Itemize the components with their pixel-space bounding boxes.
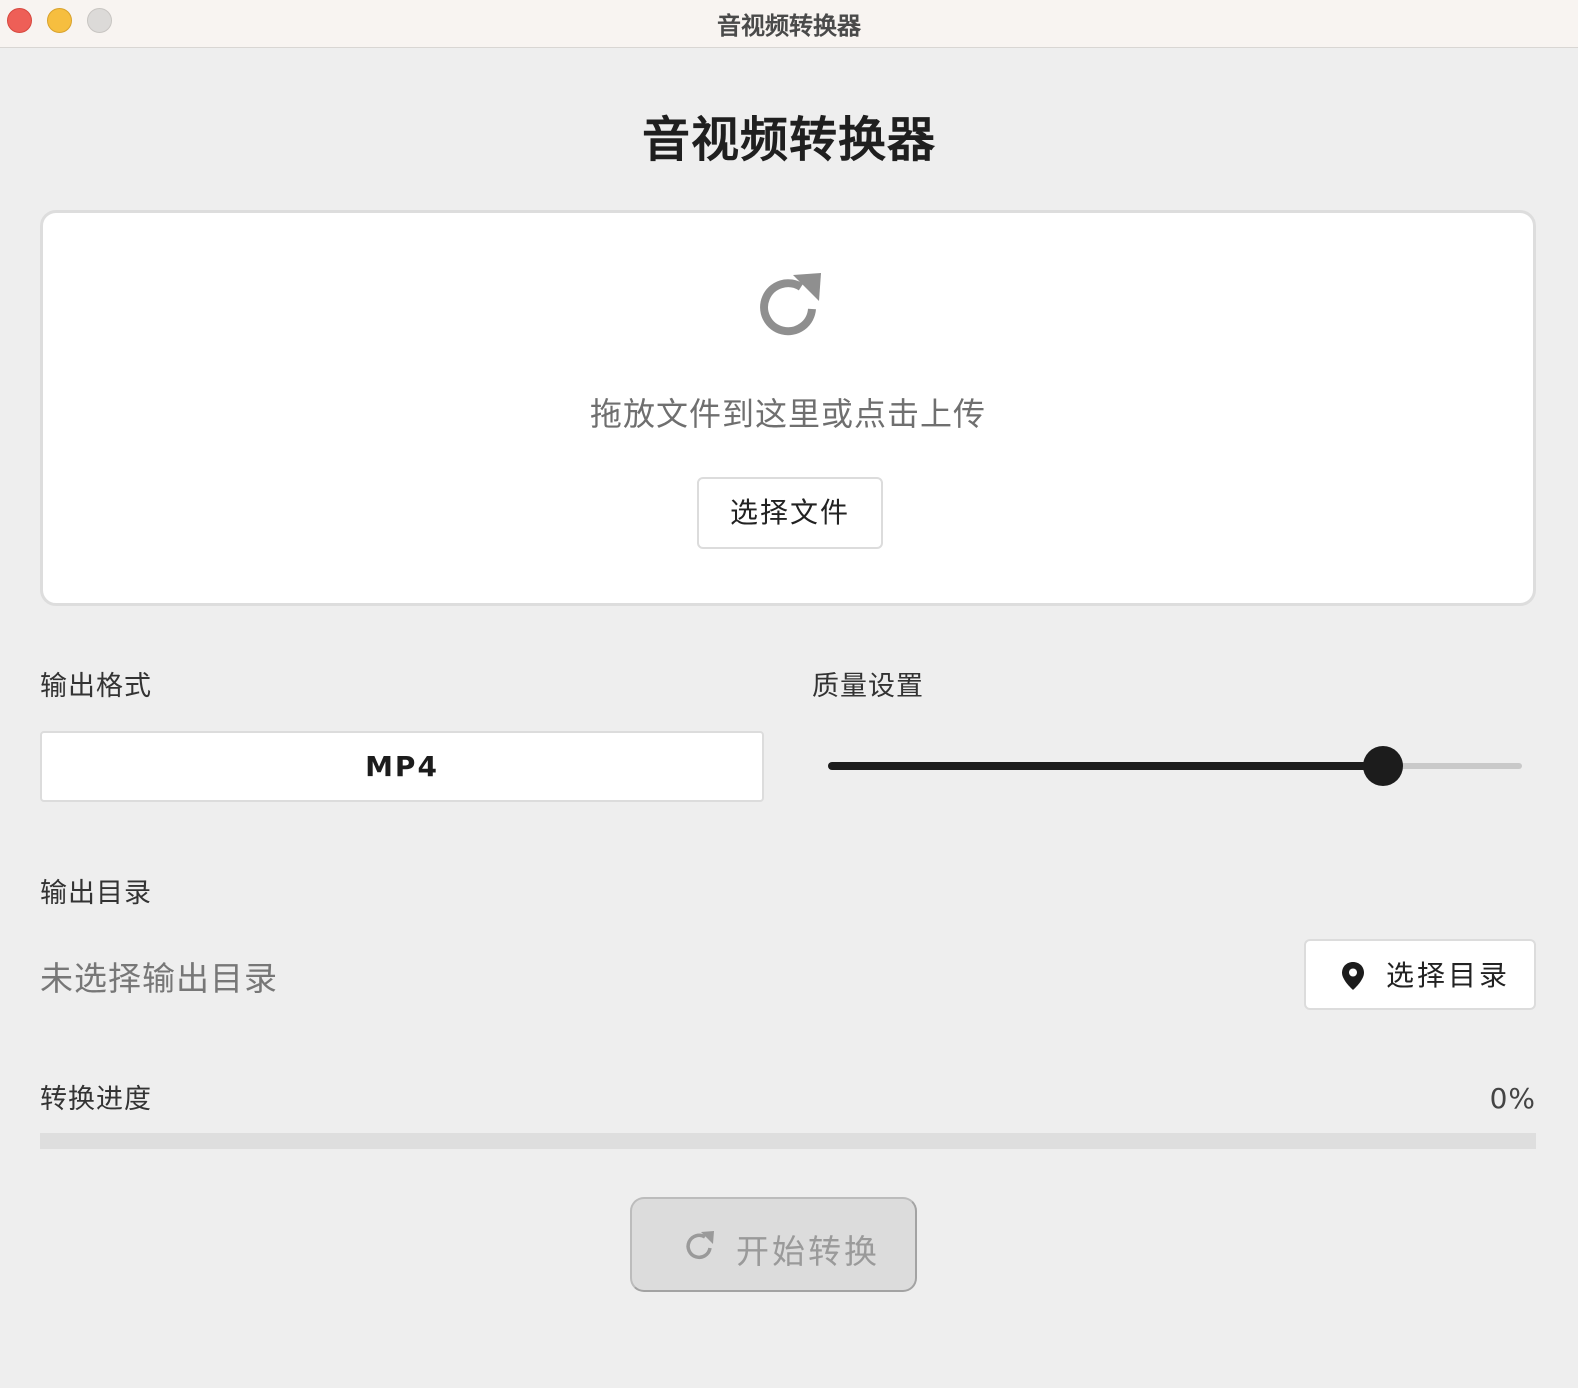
quality-slider-thumb[interactable]	[1363, 746, 1404, 786]
window-title: 音视频转换器	[717, 12, 861, 40]
start-conversion-button[interactable]: 开始转换	[630, 1197, 917, 1292]
page-title: 音视频转换器	[641, 112, 936, 168]
start-conversion-label: 开始转换	[736, 1233, 880, 1270]
progress-percent: 0%	[1489, 1082, 1536, 1115]
location-pin-icon	[1342, 962, 1364, 990]
output-format-label: 输出格式	[40, 671, 152, 702]
output-format-select[interactable]: MP4	[40, 731, 764, 802]
file-drop-zone[interactable]: 拖放文件到这里或点击上传 选择文件	[40, 210, 1536, 606]
quality-slider-fill	[828, 762, 1384, 770]
refresh-icon	[760, 273, 821, 336]
output-directory-label: 输出目录	[40, 878, 152, 909]
quality-settings-label: 质量设置	[812, 671, 924, 702]
conversion-progress-bar	[40, 1133, 1536, 1149]
quality-slider[interactable]	[828, 746, 1522, 786]
refresh-icon	[686, 1231, 714, 1260]
conversion-progress-label: 转换进度	[40, 1084, 152, 1115]
drop-hint-text: 拖放文件到这里或点击上传	[589, 395, 986, 433]
output-directory-value: 未选择输出目录	[40, 959, 278, 998]
select-directory-button[interactable]: 选择目录	[1304, 939, 1536, 1010]
select-file-button[interactable]: 选择文件	[697, 477, 883, 549]
window-titlebar: 音视频转换器	[0, 0, 1578, 48]
select-directory-label: 选择目录	[1386, 960, 1511, 991]
